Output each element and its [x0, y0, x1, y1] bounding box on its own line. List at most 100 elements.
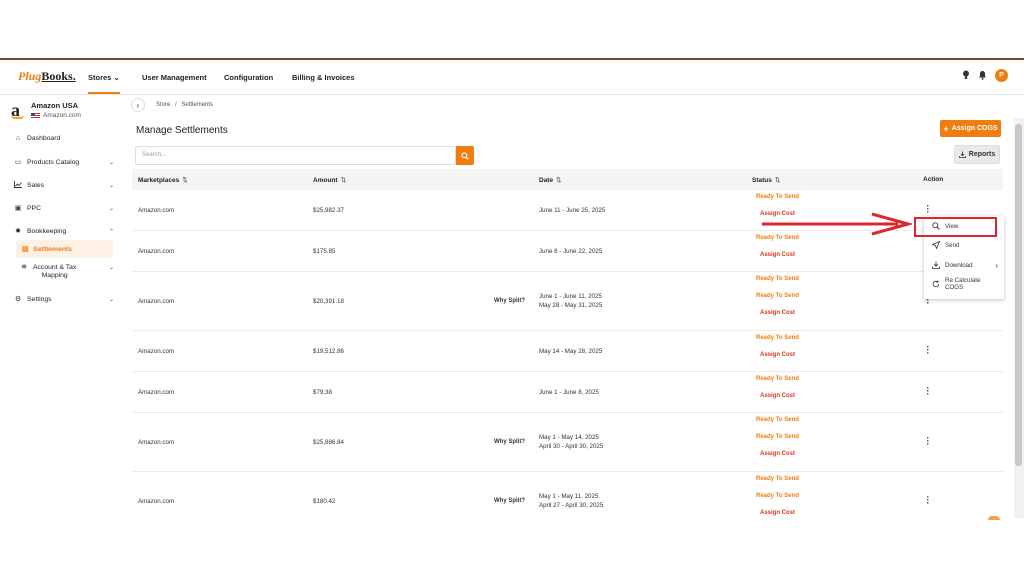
sidebar-item-label: PPC [27, 204, 41, 212]
kebab-menu-icon[interactable]: ··· [925, 383, 931, 398]
why-split-link[interactable]: Why Split? [494, 439, 525, 445]
top-nav: PlugBooks. Stores ⌄ User Management Conf… [0, 60, 1024, 95]
chevron-down-icon: ⌄ [108, 159, 114, 166]
scrollbar-thumb[interactable] [1015, 124, 1022, 466]
nav-stores[interactable]: Stores ⌄ [88, 73, 120, 94]
annotation-arrow [762, 212, 912, 236]
nav-icons: P [962, 69, 1008, 82]
status-badge: Ready To Send [756, 493, 799, 499]
amount-cell: $175.85 [313, 247, 336, 255]
chart-icon [14, 181, 22, 190]
ppc-icon: ▣ [14, 205, 22, 212]
logo-text-plug: Plug [18, 69, 42, 83]
bell-icon[interactable] [978, 70, 987, 82]
download-icon [932, 261, 940, 269]
avatar[interactable]: P [995, 69, 1008, 82]
amount-cell: $19,512.86 [313, 347, 344, 355]
search-button[interactable] [456, 146, 474, 165]
assign-cost-link[interactable]: Assign Cost [760, 310, 795, 316]
plus-icon: + [943, 123, 949, 134]
search-icon [461, 151, 469, 160]
sidebar-item-settings[interactable]: ⚙ Settings ⌄ [14, 295, 114, 304]
menu-item-send[interactable]: Send [932, 241, 959, 249]
assign-cost-link[interactable]: Assign Cost [760, 252, 795, 258]
assign-cost-link[interactable]: Assign Cost [760, 393, 795, 399]
view-highlight-box [914, 217, 997, 237]
marketplace-cell: Amazon.com [138, 438, 175, 446]
kebab-menu-icon[interactable]: ··· [925, 493, 931, 508]
mapping-icon: ⛯ [21, 264, 27, 271]
breadcrumb-store[interactable]: Store [156, 102, 170, 108]
column-date[interactable]: Date ⇅ [539, 176, 562, 184]
column-amount[interactable]: Amount ⇅ [313, 176, 346, 184]
sidebar-item-label: Sales [27, 182, 45, 189]
back-button[interactable]: ‹ [131, 98, 145, 112]
breadcrumb-separator: / [175, 102, 177, 108]
status-badge: Ready To Send [756, 276, 799, 282]
why-split-link[interactable]: Why Split? [494, 498, 525, 504]
status-badge: Ready To Send [756, 476, 799, 482]
sidebar-item-label: Dashboard [27, 135, 61, 142]
lightbulb-icon[interactable] [962, 70, 970, 82]
why-split-link[interactable]: Why Split? [494, 298, 525, 304]
reports-button[interactable]: Reports [954, 145, 1000, 164]
chevron-down-icon: ⌄ [108, 296, 114, 303]
sidebar-item-bookkeeping[interactable]: ✹ Bookkeeping ⌃ [14, 227, 114, 236]
amount-cell: $79.38 [313, 388, 332, 396]
nav-configuration[interactable]: Configuration [224, 73, 273, 82]
date-cell: May 1 - May 14, 2025 [539, 433, 599, 441]
marketplace-cell: Amazon.com [138, 498, 175, 505]
sidebar-item-ppc[interactable]: ▣ PPC ⌄ [14, 204, 114, 213]
nav-billing-invoices[interactable]: Billing & Invoices [292, 73, 355, 82]
column-status[interactable]: Status ⇅ [752, 176, 780, 184]
kebab-menu-icon[interactable]: ··· [925, 342, 931, 357]
assign-cogs-button[interactable]: + Assign COGS [940, 120, 1001, 137]
status-badge: Ready To Send [756, 335, 799, 341]
menu-item-label-line2: COGS [945, 283, 964, 291]
table-row: Amazon.com $175.85 June 8 - June 22, 2025 R… [132, 231, 1003, 272]
marketplace-cell: Amazon.com [138, 347, 175, 355]
search-input[interactable]: Search... [135, 146, 456, 165]
date-cell: June 8 - June 22, 2025 [539, 247, 603, 255]
sidebar-item-settlements[interactable]: ▤ Settlements [16, 240, 113, 258]
catalog-icon: ▭ [14, 159, 22, 166]
chat-widget-button[interactable] [988, 516, 1000, 520]
sidebar-item-sales[interactable]: Sales ⌄ [14, 181, 114, 190]
gear-icon: ⚙ [14, 296, 22, 303]
marketplace-cell: Amazon.com [138, 206, 175, 214]
reports-label: Reports [968, 151, 996, 158]
kebab-menu-icon[interactable]: ··· [925, 433, 931, 448]
column-label: Amount [313, 177, 338, 184]
marketplace-cell: Amazon.com [138, 297, 175, 305]
column-label: Marketplaces [138, 177, 180, 184]
assign-cost-link[interactable]: Assign Cost [760, 510, 795, 516]
sidebar-item-label: Account & Tax [33, 264, 77, 271]
sidebar-item-account-tax-mapping[interactable]: ⛯ Account & Tax Mapping ⌄ [20, 264, 114, 280]
date-cell: May 14 - May 28, 2025 [539, 347, 603, 355]
sidebar-item-products-catalog[interactable]: ▭ Products Catalog ⌄ [14, 158, 114, 167]
logo-text-books: Books. [41, 69, 76, 83]
marketplace-cell: Amazon.com [138, 247, 175, 255]
sidebar-item-label: Settings [27, 295, 52, 303]
column-label: Date [539, 177, 554, 184]
menu-item-recalculate-cogs[interactable]: Re Calculate COGS [932, 277, 980, 291]
sidebar-item-dashboard[interactable]: ⌂ Dashboard [14, 135, 114, 142]
assign-cogs-label: Assign COGS [951, 125, 998, 132]
date-cell-secondary: April 27 - April 30, 2025 [539, 502, 604, 509]
status-badge: Ready To Send [756, 194, 799, 200]
store-selector[interactable]: a Amazon USA Amazon.com [11, 101, 81, 119]
send-icon [932, 241, 940, 249]
menu-item-download[interactable]: Download › [932, 261, 998, 270]
date-cell-secondary: May 28 - May 31, 2025 [539, 301, 603, 309]
plugbooks-logo[interactable]: PlugBooks. [18, 69, 76, 84]
assign-cost-link[interactable]: Assign Cost [760, 451, 795, 457]
kebab-menu-icon[interactable]: ··· [925, 201, 931, 216]
sidebar-item-label-line2: Mapping [41, 272, 68, 279]
column-marketplaces[interactable]: Marketplaces ⇅ [138, 176, 188, 184]
store-domain: Amazon.com [43, 112, 81, 119]
table-row: Amazon.com $180.42 Why Split? May 1 - May 1… [132, 472, 1003, 518]
assign-cost-link[interactable]: Assign Cost [760, 352, 795, 358]
chevron-down-icon: ⌄ [108, 183, 114, 189]
nav-user-management[interactable]: User Management [142, 73, 207, 82]
breadcrumb: Store / Settlements [156, 102, 213, 108]
